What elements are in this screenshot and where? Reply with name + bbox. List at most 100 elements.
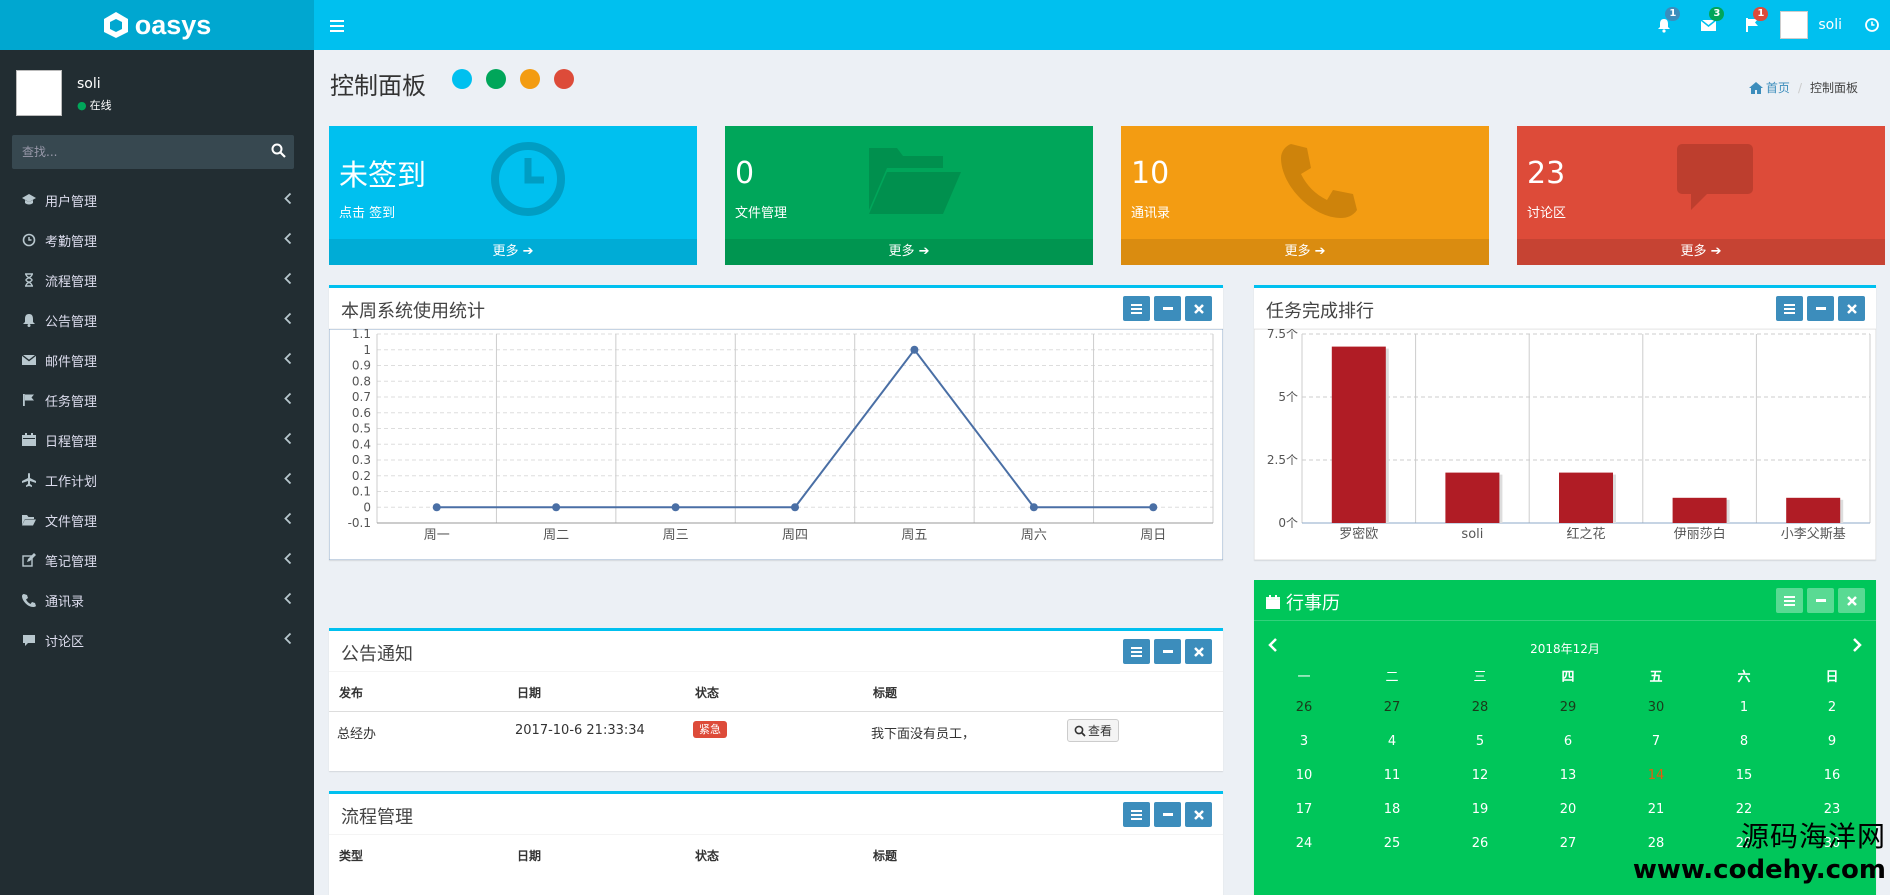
calendar-day[interactable]: 29: [1524, 700, 1612, 715]
close-button[interactable]: [1838, 588, 1865, 613]
close-icon: [1846, 595, 1857, 606]
calendar-day[interactable]: 11: [1348, 768, 1436, 783]
calendar-day[interactable]: 24: [1260, 836, 1348, 851]
sidebar-item-5[interactable]: 邮件管理: [0, 340, 314, 380]
notifications-button[interactable]: 1: [1642, 0, 1686, 50]
data-point[interactable]: [1029, 503, 1038, 512]
green-dot[interactable]: [486, 69, 506, 89]
collapse-button[interactable]: [1154, 296, 1181, 321]
data-point[interactable]: [1149, 503, 1158, 512]
collapse-button[interactable]: [1807, 296, 1834, 321]
y-tick-label: 0.8: [352, 374, 371, 388]
sidebar-item-11[interactable]: 通讯录: [0, 580, 314, 620]
breadcrumb-home[interactable]: 首页: [1748, 79, 1790, 96]
plane-icon: [22, 473, 36, 487]
calendar-day[interactable]: 19: [1436, 802, 1524, 817]
calendar-day[interactable]: 1: [1700, 700, 1788, 715]
calendar-day[interactable]: 10: [1260, 768, 1348, 783]
menu-button[interactable]: [1123, 296, 1150, 321]
search-button[interactable]: [271, 143, 286, 162]
sidebar-item-9[interactable]: 文件管理: [0, 500, 314, 540]
collapse-button[interactable]: [1154, 802, 1181, 827]
close-button[interactable]: [1185, 639, 1212, 664]
calendar-day[interactable]: 2: [1788, 700, 1876, 715]
menu-button[interactable]: [1123, 802, 1150, 827]
stat-box-files: 0 文件管理 更多 ➔: [725, 126, 1093, 265]
user-menu[interactable]: soli: [1774, 11, 1854, 39]
calendar-day[interactable]: 4: [1348, 734, 1436, 749]
sidebar-item-1[interactable]: 用户管理: [0, 180, 314, 220]
control-sidebar-button[interactable]: [1854, 0, 1890, 50]
aqua-dot[interactable]: [452, 69, 472, 89]
menu-button[interactable]: [1123, 639, 1150, 664]
messages-button[interactable]: 3: [1686, 0, 1730, 50]
calendar-day[interactable]: 27: [1524, 836, 1612, 851]
calendar-day[interactable]: 12: [1436, 768, 1524, 783]
tasks-button[interactable]: 1: [1730, 0, 1774, 50]
view-button[interactable]: 查看: [1067, 719, 1120, 742]
sidebar-item-3[interactable]: 流程管理: [0, 260, 314, 300]
data-point[interactable]: [432, 503, 441, 512]
menu-button[interactable]: [1776, 296, 1803, 321]
sidebar-item-2[interactable]: 考勤管理: [0, 220, 314, 260]
search-input[interactable]: [12, 135, 252, 169]
bar[interactable]: [1786, 497, 1841, 523]
close-icon: [1193, 303, 1204, 314]
calendar-day[interactable]: 5: [1436, 734, 1524, 749]
arrow-circle-right-icon: ➔: [522, 244, 534, 259]
calendar-day[interactable]: 8: [1700, 734, 1788, 749]
y-tick-label: 0.7: [352, 390, 371, 404]
app-logo[interactable]: oasys: [0, 0, 314, 50]
data-point[interactable]: [552, 503, 561, 512]
calendar-day[interactable]: 18: [1348, 802, 1436, 817]
sign-in-link[interactable]: 点击 签到: [339, 202, 395, 221]
sidebar-item-4[interactable]: 公告管理: [0, 300, 314, 340]
calendar-day[interactable]: 25: [1348, 836, 1436, 851]
more-link[interactable]: 更多 ➔: [1517, 239, 1885, 265]
red-dot[interactable]: [554, 69, 574, 89]
bar[interactable]: [1672, 497, 1727, 523]
close-button[interactable]: [1185, 296, 1212, 321]
menu-button[interactable]: [1776, 588, 1803, 613]
next-month-button[interactable]: [1852, 638, 1862, 656]
calendar-day[interactable]: 17: [1260, 802, 1348, 817]
sidebar-toggle-button[interactable]: [330, 13, 344, 37]
calendar-day[interactable]: 20: [1524, 802, 1612, 817]
data-point[interactable]: [671, 503, 680, 512]
more-link[interactable]: 更多 ➔: [725, 239, 1093, 265]
sidebar-item-label: 笔记管理: [45, 554, 98, 570]
sidebar-item-7[interactable]: 日程管理: [0, 420, 314, 460]
calendar-day[interactable]: 26: [1260, 700, 1348, 715]
calendar-day[interactable]: 3: [1260, 734, 1348, 749]
collapse-button[interactable]: [1807, 588, 1834, 613]
usage-chart-box: 本周系统使用统计 1.1 1 0.9 0.8 0.7 0.6 0.5 0.4 0.3 0.2 0.1…: [329, 285, 1223, 560]
bar[interactable]: [1559, 472, 1613, 523]
calendar-day[interactable]: 9: [1788, 734, 1876, 749]
chevron-right-icon: [1853, 638, 1862, 652]
sidebar-item-12[interactable]: 讨论区: [0, 620, 314, 660]
calendar-day[interactable]: 26: [1436, 836, 1524, 851]
calendar-day[interactable]: 13: [1524, 768, 1612, 783]
data-point[interactable]: [910, 345, 919, 354]
calendar-day[interactable]: 16: [1788, 768, 1876, 783]
calendar-day[interactable]: 14: [1612, 768, 1700, 783]
sidebar-item-8[interactable]: 工作计划: [0, 460, 314, 500]
yellow-dot[interactable]: [520, 69, 540, 89]
bar[interactable]: [1445, 472, 1500, 523]
calendar-day[interactable]: 27: [1348, 700, 1436, 715]
close-button[interactable]: [1185, 802, 1212, 827]
notice-box: 公告通知 发布 日期 状态 标题 总经办 2017-10-6 21:33:34 …: [329, 628, 1223, 771]
calendar-day[interactable]: 7: [1612, 734, 1700, 749]
close-button[interactable]: [1838, 296, 1865, 321]
sidebar-item-10[interactable]: 笔记管理: [0, 540, 314, 580]
calendar-day[interactable]: 30: [1612, 700, 1700, 715]
calendar-day[interactable]: 28: [1436, 700, 1524, 715]
more-link[interactable]: 更多 ➔: [329, 239, 697, 265]
data-point[interactable]: [791, 503, 799, 512]
bar[interactable]: [1331, 346, 1386, 523]
more-link[interactable]: 更多 ➔: [1121, 239, 1489, 265]
collapse-button[interactable]: [1154, 639, 1181, 664]
calendar-day[interactable]: 6: [1524, 734, 1612, 749]
calendar-day[interactable]: 15: [1700, 768, 1788, 783]
sidebar-item-6[interactable]: 任务管理: [0, 380, 314, 420]
